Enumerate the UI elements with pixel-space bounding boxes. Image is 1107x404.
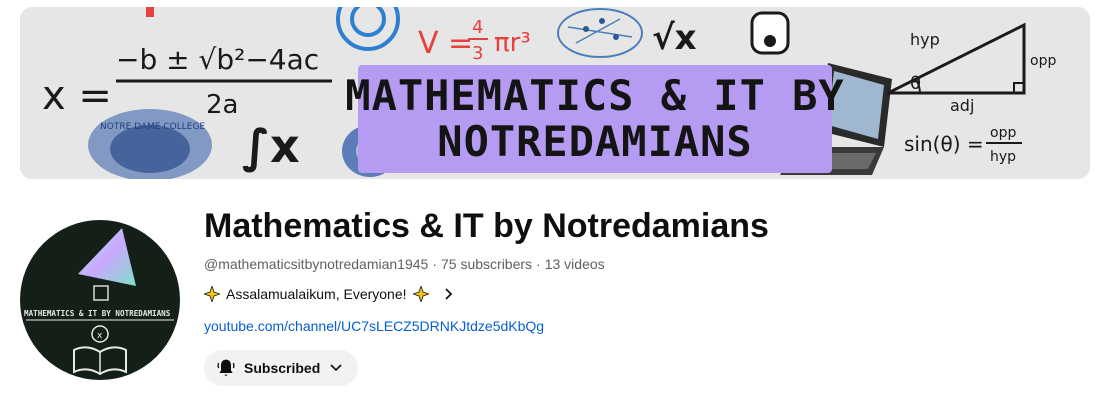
college-seal-text: NOTRE DAME COLLEGE — [100, 122, 205, 132]
description-text: Assalamualaikum, Everyone! — [226, 286, 407, 302]
formula-denominator: 2a — [206, 90, 238, 120]
formula-volume-den: 3 — [472, 43, 483, 64]
triangle-opp: opp — [1030, 53, 1056, 69]
channel-avatar[interactable]: MATHEMATICS & IT BY NOTREDAMIANS x — [20, 220, 180, 380]
sqrt-x: √x — [652, 18, 697, 58]
triangle-theta: θ — [910, 73, 921, 94]
integral-x: ∫x — [242, 119, 300, 173]
avatar-caption: MATHEMATICS & IT BY NOTREDAMIANS — [24, 309, 171, 318]
bell-icon — [217, 359, 235, 376]
formula-quadratic: −b ± √b²−4ac — [116, 43, 319, 76]
triangle-hyp: hyp — [910, 30, 940, 49]
triangle-adj: adj — [950, 96, 974, 115]
meta-separator: · — [432, 256, 437, 272]
channel-title: Mathematics & IT by Notredamians — [204, 207, 769, 245]
chevron-right-icon[interactable] — [441, 287, 455, 301]
channel-banner: x = −b ± √b²−4ac 2a ∫x NOTRE DAME COLLEG… — [20, 7, 1090, 179]
cone-icon — [78, 228, 136, 286]
sparkle-icon — [412, 286, 429, 302]
bulb-x: x — [97, 331, 103, 341]
robot-icon — [750, 11, 790, 55]
sin-formula-num: opp — [990, 125, 1016, 141]
formula-volume-rest: πr³ — [494, 28, 531, 58]
calculator-icon — [93, 285, 109, 301]
banner-title-box: MATHEMATICS & IT BY NOTREDAMIANS — [345, 65, 844, 173]
college-seal-icon: NOTRE DAME COLLEGE — [88, 109, 212, 179]
channel-handle: @mathematicsitbynotredamian1945 — [204, 256, 429, 272]
channel-info: Mathematics & IT by Notredamians @mathem… — [204, 204, 1084, 386]
chevron-down-icon — [330, 364, 342, 372]
formula-volume-num: 4 — [472, 17, 483, 38]
channel-meta: @mathematicsitbynotredamian1945 · 75 sub… — [204, 256, 1084, 272]
banner-title-line1: MATHEMATICS & IT BY — [345, 71, 845, 120]
formula-x: x = — [42, 73, 112, 119]
avatar-art: MATHEMATICS & IT BY NOTREDAMIANS x — [24, 228, 174, 376]
sparkle-icon — [204, 286, 220, 302]
formula-volume: V = — [418, 26, 473, 61]
subscriber-count: 75 subscribers — [441, 256, 533, 272]
channel-description[interactable]: Assalamualaikum, Everyone! — [204, 286, 455, 302]
subscribed-button[interactable]: Subscribed — [204, 350, 359, 386]
video-count: 13 videos — [544, 256, 605, 272]
banner-title-line2: NOTREDAMIANS — [437, 117, 753, 166]
subscribed-label: Subscribed — [244, 360, 321, 376]
meta-separator: · — [536, 256, 541, 272]
channel-link[interactable]: youtube.com/channel/UC7sLECZ5DRNKJtdze5d… — [204, 318, 1084, 334]
sin-formula-left: sin(θ) = — [904, 132, 984, 156]
sin-formula-den: hyp — [990, 149, 1016, 165]
